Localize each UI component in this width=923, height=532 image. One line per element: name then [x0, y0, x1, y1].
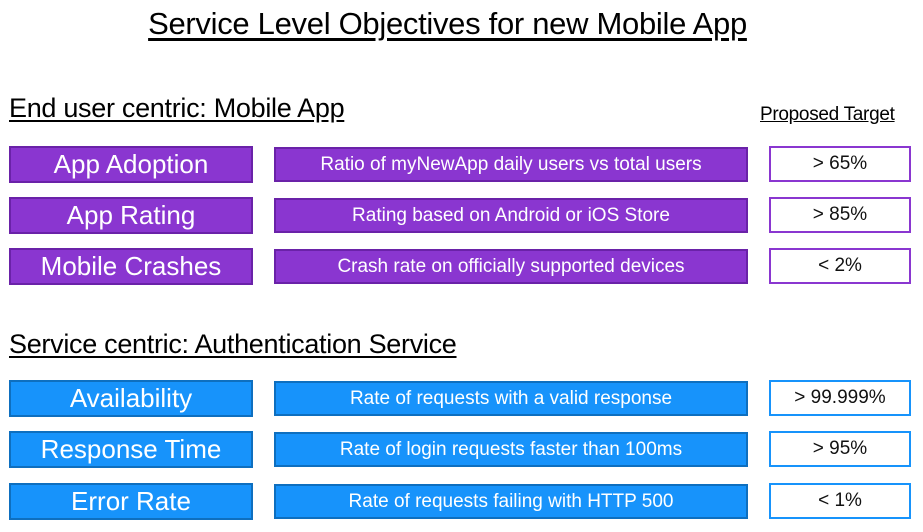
slo-description: Crash rate on officially supported devic…: [274, 249, 748, 284]
slo-target: > 65%: [769, 146, 911, 182]
slo-description: Rate of requests failing with HTTP 500: [274, 484, 748, 519]
slo-target: < 1%: [769, 483, 911, 519]
slo-target: > 99.999%: [769, 380, 911, 416]
slo-name: Error Rate: [9, 483, 253, 520]
section-heading-auth-service: Service centric: Authentication Service: [9, 329, 457, 359]
slo-name: Response Time: [9, 431, 253, 468]
slo-target: > 95%: [769, 431, 911, 467]
slo-description: Rate of login requests faster than 100ms: [274, 432, 748, 467]
slo-name: Mobile Crashes: [9, 248, 253, 285]
proposed-target-header: Proposed Target: [760, 104, 895, 125]
slo-name: Availability: [9, 380, 253, 417]
section-heading-mobile-app: End user centric: Mobile App: [9, 93, 345, 123]
slo-target: > 85%: [769, 197, 911, 233]
page-title: Service Level Objectives for new Mobile …: [148, 6, 747, 41]
slo-target: < 2%: [769, 248, 911, 284]
slo-description: Rate of requests with a valid response: [274, 381, 748, 416]
slo-name: App Adoption: [9, 146, 253, 183]
slo-name: App Rating: [9, 197, 253, 234]
slo-description: Ratio of myNewApp daily users vs total u…: [274, 147, 748, 182]
slo-description: Rating based on Android or iOS Store: [274, 198, 748, 233]
